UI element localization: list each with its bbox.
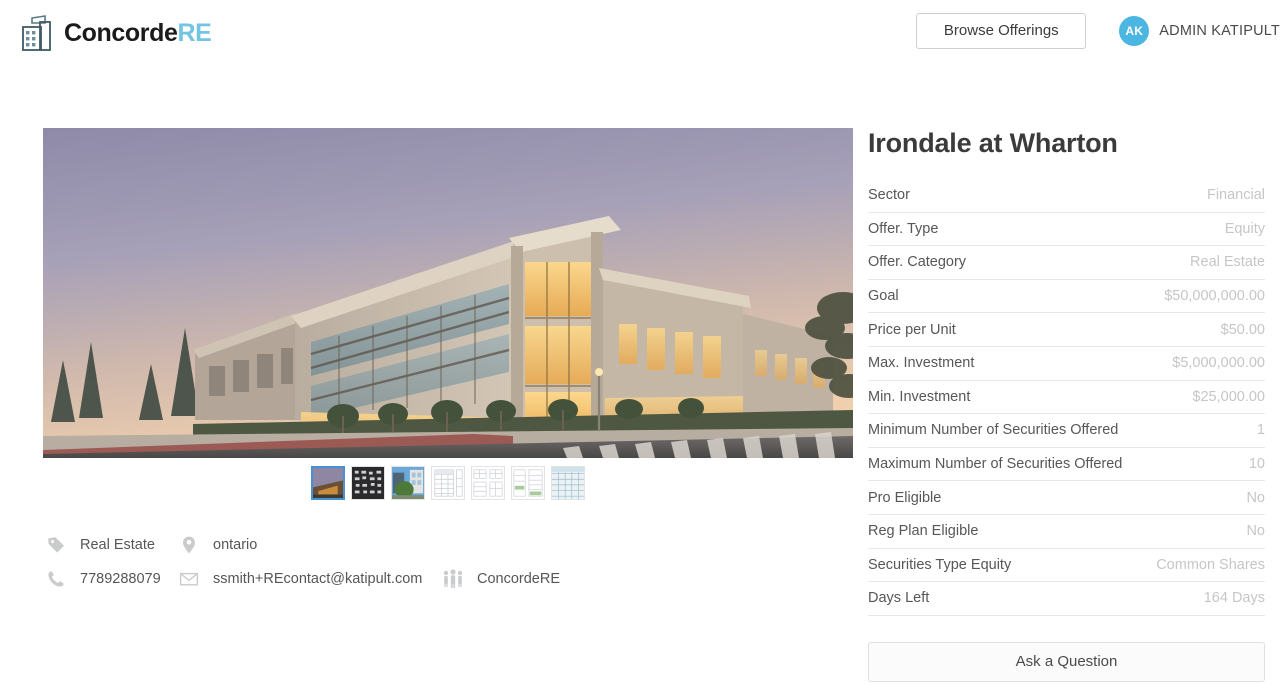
meta-item-email: ssmith+REcontact@katipult.com <box>176 569 440 589</box>
detail-value: $25,000.00 <box>1192 388 1265 405</box>
thumbnail-building-exterior-dusk[interactable] <box>311 466 345 500</box>
detail-value: Equity <box>1224 220 1265 237</box>
user-name-label: ADMIN KATIPULT <box>1159 23 1280 39</box>
gallery-column: Real Estate ontario 7789288079 ssmith+RE… <box>43 128 853 596</box>
offering-details-list: Sector Financial Offer. Type Equity Offe… <box>868 179 1265 616</box>
detail-value: $50,000,000.00 <box>1164 288 1265 305</box>
brand-name: ConcordeRE <box>64 18 212 47</box>
detail-label: Price per Unit <box>868 321 956 338</box>
detail-value: No <box>1246 489 1265 506</box>
browse-offerings-button[interactable]: Browse Offerings <box>916 13 1087 49</box>
detail-row-max-securities: Maximum Number of Securities Offered 10 <box>868 448 1265 482</box>
meta-label-issuer: ConcordeRE <box>477 571 561 587</box>
user-menu[interactable]: AK ADMIN KATIPULT <box>1119 16 1280 46</box>
brand-logo-link[interactable]: ConcordeRE <box>20 14 212 52</box>
detail-row-price-per-unit: Price per Unit $50.00 <box>868 313 1265 347</box>
detail-row-days-left: Days Left 164 Days <box>868 582 1265 616</box>
offering-summary-column: Irondale at Wharton Sector Financial Off… <box>868 128 1280 682</box>
detail-label: Pro Eligible <box>868 489 942 506</box>
hero-image[interactable] <box>43 128 853 458</box>
location-pin-icon <box>176 535 202 555</box>
detail-row-goal: Goal $50,000,000.00 <box>868 280 1265 314</box>
thumbnail-building-facade-night[interactable] <box>351 466 385 500</box>
detail-value: Financial <box>1206 187 1265 204</box>
offering-meta: Real Estate ontario 7789288079 ssmith+RE… <box>43 528 853 596</box>
detail-row-securities-type: Securities Type Equity Common Shares <box>868 549 1265 583</box>
thumbnail-financial-spreadsheet-4[interactable] <box>551 466 585 500</box>
meta-label-location: ontario <box>213 537 258 553</box>
detail-value: Real Estate <box>1190 254 1265 271</box>
meta-label-category: Real Estate <box>80 537 155 553</box>
detail-value: $50.00 <box>1220 321 1265 338</box>
meta-label-phone: 7789288079 <box>80 571 161 587</box>
brand-name-main: Concorde <box>64 18 178 47</box>
detail-label: Days Left <box>868 590 930 607</box>
detail-row-sector: Sector Financial <box>868 179 1265 213</box>
detail-label: Offer. Category <box>868 254 967 271</box>
thumbnail-building-with-trees[interactable] <box>391 466 425 500</box>
detail-value: 10 <box>1248 456 1265 473</box>
meta-item-category: Real Estate <box>43 535 176 555</box>
detail-value: 1 <box>1256 422 1265 439</box>
detail-label: Goal <box>868 288 899 305</box>
meta-item-location: ontario <box>176 535 257 555</box>
detail-row-min-securities: Minimum Number of Securities Offered 1 <box>868 414 1265 448</box>
detail-row-min-investment: Min. Investment $25,000.00 <box>868 381 1265 415</box>
thumbnail-financial-spreadsheet-1[interactable] <box>431 466 465 500</box>
avatar: AK <box>1119 16 1150 46</box>
detail-label: Reg Plan Eligible <box>868 523 979 540</box>
detail-label: Max. Investment <box>868 355 975 372</box>
office-building-icon <box>20 14 56 52</box>
app-header: ConcordeRE Browse Offerings AK ADMIN KAT… <box>0 0 1280 66</box>
detail-row-offer-category: Offer. Category Real Estate <box>868 246 1265 280</box>
offering-detail-page: Real Estate ontario 7789288079 ssmith+RE… <box>0 66 1280 684</box>
detail-row-reg-plan-eligible: Reg Plan Eligible No <box>868 515 1265 549</box>
detail-label: Min. Investment <box>868 388 971 405</box>
thumbnail-strip <box>43 466 853 500</box>
detail-label: Sector <box>868 187 910 204</box>
meta-label-email: ssmith+REcontact@katipult.com <box>213 571 423 587</box>
detail-row-pro-eligible: Pro Eligible No <box>868 481 1265 515</box>
thumbnail-financial-spreadsheet-3[interactable] <box>511 466 545 500</box>
detail-row-max-investment: Max. Investment $5,000,000.00 <box>868 347 1265 381</box>
detail-label: Securities Type Equity <box>868 556 1012 573</box>
page-title: Irondale at Wharton <box>868 128 1118 158</box>
people-group-icon <box>440 569 466 589</box>
detail-row-offer-type: Offer. Type Equity <box>868 213 1265 247</box>
detail-label: Offer. Type <box>868 220 939 237</box>
detail-label: Minimum Number of Securities Offered <box>868 422 1119 439</box>
meta-row-1: Real Estate ontario <box>43 528 853 562</box>
envelope-icon <box>176 569 202 589</box>
thumbnail-financial-spreadsheet-2[interactable] <box>471 466 505 500</box>
detail-value: 164 Days <box>1203 590 1265 607</box>
meta-item-phone: 7789288079 <box>43 569 176 589</box>
detail-label: Maximum Number of Securities Offered <box>868 456 1123 473</box>
header-actions: Browse Offerings AK ADMIN KATIPULT <box>916 13 1280 49</box>
meta-item-issuer: ConcordeRE <box>440 569 560 589</box>
phone-icon <box>43 569 69 589</box>
ask-a-question-button[interactable]: Ask a Question <box>868 641 1265 682</box>
tag-icon <box>43 535 69 555</box>
detail-value: Common Shares <box>1156 556 1265 573</box>
detail-value: No <box>1246 523 1265 540</box>
meta-row-2: 7789288079 ssmith+REcontact@katipult.com… <box>43 562 853 596</box>
detail-value: $5,000,000.00 <box>1172 355 1265 372</box>
brand-name-accent: RE <box>177 18 212 47</box>
